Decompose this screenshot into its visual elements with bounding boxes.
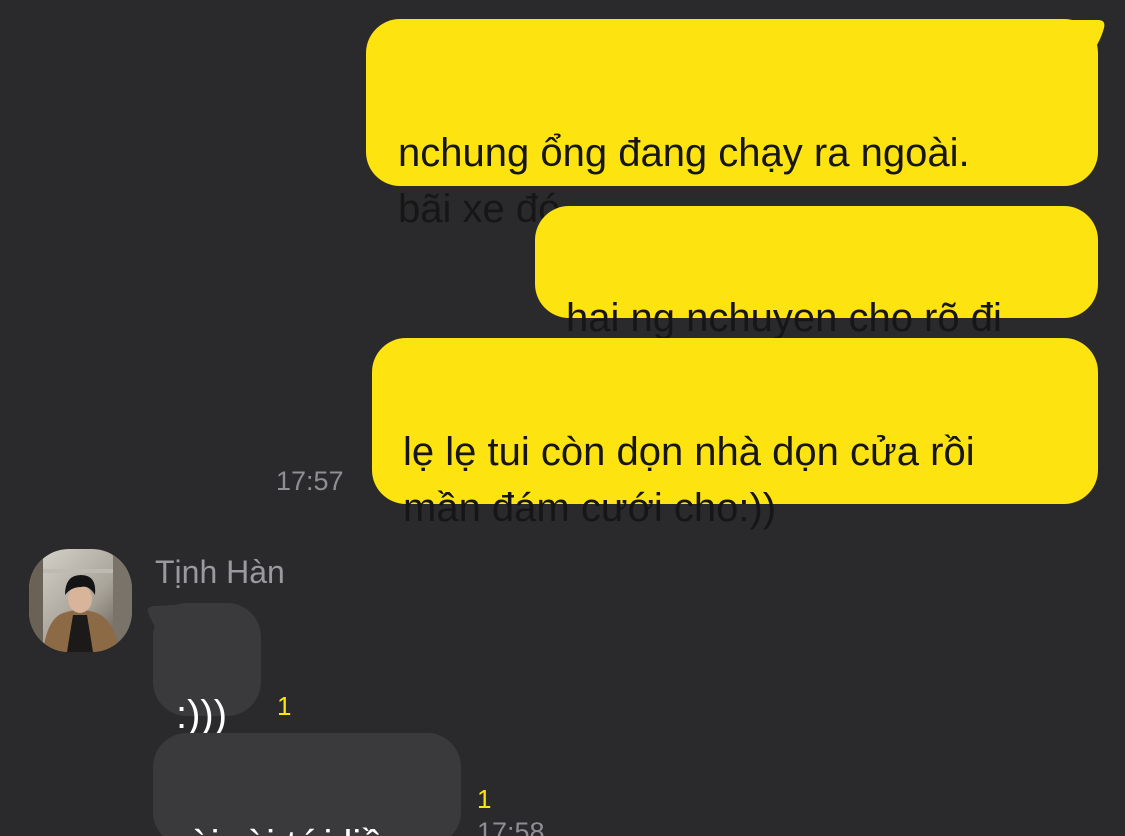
avatar-photo-icon: [29, 549, 132, 652]
received-message-bubble[interactable]: :))): [153, 603, 261, 737]
message-timestamp: 17:58: [477, 817, 545, 836]
sent-message-bubble[interactable]: hai ng nchuyen cho rõ đi: [535, 206, 1098, 340]
sent-message-bubble[interactable]: lẹ lẹ tui còn dọn nhà dọn cửa rồi mần đá…: [372, 338, 1098, 530]
message-text: hai ng nchuyen cho rõ đi: [566, 296, 1002, 340]
contact-avatar[interactable]: [29, 549, 132, 652]
message-text: ròi ròi tới liền: [175, 823, 406, 836]
chat-message-list[interactable]: nchung ổng đang chạy ra ngoài. bãi xe đó…: [0, 0, 1125, 836]
unread-count: 1: [277, 691, 292, 721]
received-message-bubble[interactable]: ròi ròi tới liền: [153, 733, 461, 836]
message-text: lẹ lẹ tui còn dọn nhà dọn cửa rồi mần đá…: [403, 430, 975, 530]
unread-count: 1: [477, 784, 492, 814]
contact-name: Tịnh Hàn: [155, 554, 285, 590]
sent-message-bubble[interactable]: nchung ổng đang chạy ra ngoài. bãi xe đó: [366, 19, 1098, 231]
message-timestamp: 17:57: [276, 466, 344, 496]
message-text: :))): [176, 693, 228, 737]
